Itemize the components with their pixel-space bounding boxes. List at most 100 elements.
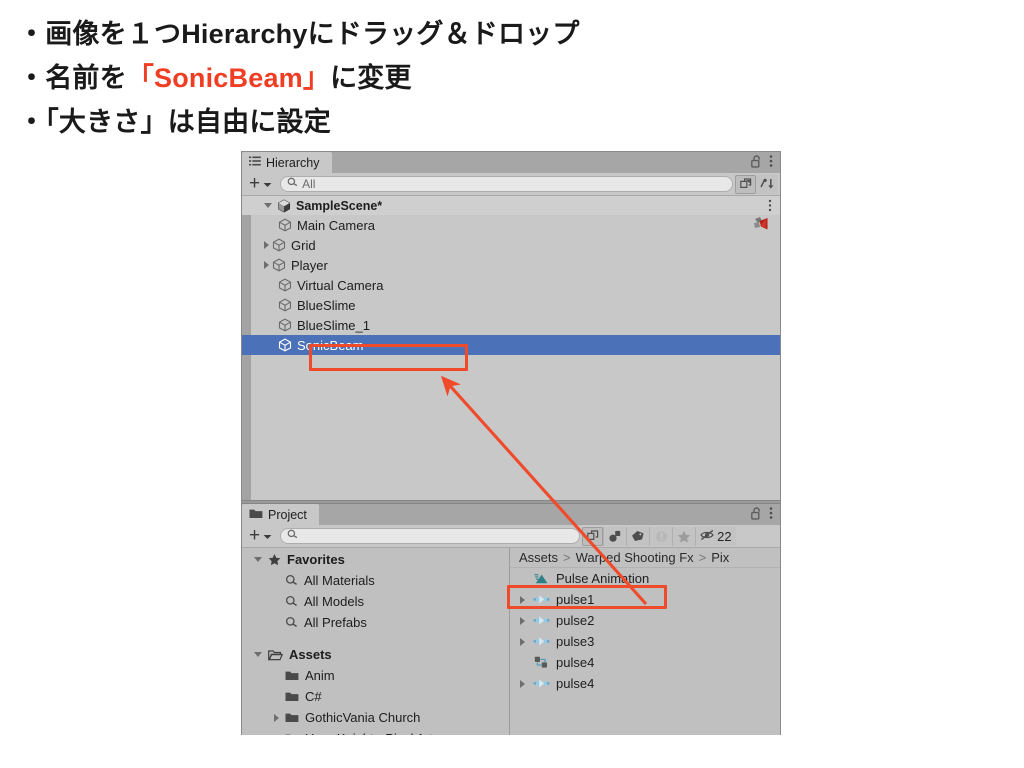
project-browser: Favorites All Materials All Models All Pref… [242,548,780,735]
project-tree-item-assets[interactable]: Assets [242,644,509,665]
hierarchy-tab-actions [751,152,780,173]
chevron-right-icon[interactable] [274,734,279,735]
project-tree-item-hero-knight-pixel-art[interactable]: Hero Knight - Pixel Art [242,728,509,735]
project-tree-label: Assets [289,647,332,662]
gameobject-icon [278,218,292,232]
hierarchy-row-blueslime-1[interactable]: BlueSlime_1 [242,315,780,335]
asset-name-label: pulse3 [556,634,595,649]
scene-kebab-menu-icon[interactable] [768,199,772,215]
create-asset-button[interactable]: + [244,525,278,546]
project-tree-item-all-models[interactable]: All Models [242,591,509,612]
sprite-icon [532,594,550,605]
sort-icon[interactable] [756,174,778,194]
breadcrumb[interactable]: Assets > Warped Shooting Fx > Pix [510,548,780,568]
prefab-icon [532,656,550,669]
search-icon [287,529,298,543]
kebab-menu-icon[interactable] [769,506,773,523]
chevron-down-icon[interactable] [254,557,262,562]
project-tree-item-c-[interactable]: C# [242,686,509,707]
asset-row[interactable]: pulse4 [510,673,780,694]
hierarchy-row-player[interactable]: Player [242,255,780,275]
project-folder-tree[interactable]: Favorites All Materials All Models All Pref… [242,548,510,735]
create-gameobject-button[interactable]: + [244,173,278,194]
project-tree-item-gothicvania-church[interactable]: GothicVania Church [242,707,509,728]
chevron-down-icon[interactable] [254,652,262,657]
tab-hierarchy[interactable]: Hierarchy [242,152,332,173]
chevron-down-icon[interactable] [264,203,272,208]
project-asset-list[interactable]: Assets > Warped Shooting Fx > Pix Pulse Anim… [510,548,780,735]
project-tree-label: All Models [304,594,364,609]
project-tree-item-all-materials[interactable]: All Materials [242,570,509,591]
plus-icon: + [249,525,261,546]
chevron-right-icon[interactable] [274,713,279,722]
animation-clip-icon [532,572,550,585]
gameobject-icon [278,298,292,312]
breadcrumb-item[interactable]: Assets [519,550,558,565]
hierarchy-tree[interactable]: SampleScene* Main Camera Grid Player Virtua… [242,196,780,500]
chevron-right-icon[interactable] [520,637,525,646]
asset-rows: Pulse Animation pulse1 pulse2 pulse3 pulse4 p… [510,568,780,694]
chevron-right-icon[interactable] [264,241,269,249]
chevron-right-icon[interactable] [520,616,525,625]
hierarchy-scene-row[interactable]: SampleScene* [242,196,780,215]
slide-bullet-list: ・画像を１つHierarchyにドラッグ＆ドロップ ・名前を「SonicBeam… [18,12,978,144]
asset-row[interactable]: Pulse Animation [510,568,780,589]
asset-name-label: pulse2 [556,613,595,628]
hierarchy-row-virtual-camera[interactable]: Virtual Camera [242,275,780,295]
breadcrumb-item[interactable]: Warped Shooting Fx [576,550,694,565]
sprite-icon [532,678,550,689]
chevron-right-icon[interactable] [520,679,525,688]
save-search-icon[interactable] [582,526,604,546]
search-icon [287,177,298,191]
lock-open-icon[interactable] [751,154,762,171]
hierarchy-search-input[interactable]: All [280,176,733,192]
bullet-line-3: ・「大きさ」は自由に設定 [18,100,978,144]
project-tree-item-all-prefabs[interactable]: All Prefabs [242,612,509,633]
bullet-2-text-a: ・名前を [18,63,127,93]
warning-circle-icon[interactable] [649,526,673,546]
bullet-line-2: ・名前を「SonicBeam」に変更 [18,56,978,100]
hierarchy-row-label: BlueSlime [297,297,356,313]
project-tree-item-favorites[interactable]: Favorites [242,549,509,570]
scene-visibility-icon[interactable] [735,174,756,194]
asset-row[interactable]: pulse4 [510,652,780,673]
hierarchy-row-grid[interactable]: Grid [242,235,780,255]
bullet-1-text: ・画像を１つHierarchyにドラッグ＆ドロップ [18,19,580,49]
gameobject-icon [278,318,292,332]
hierarchy-toolbar: + All [242,173,780,196]
hierarchy-row-main-camera[interactable]: Main Camera [242,215,780,235]
breadcrumb-separator: > [563,550,571,565]
chevron-down-icon [263,529,272,543]
asset-row[interactable]: pulse3 [510,631,780,652]
hierarchy-row-label: BlueSlime_1 [297,317,370,333]
favorite-star-icon[interactable] [672,526,696,546]
chevron-right-icon[interactable] [520,595,525,604]
filter-label-icon[interactable] [626,526,650,546]
hierarchy-row-blueslime[interactable]: BlueSlime [242,295,780,315]
project-search-input[interactable] [280,528,581,544]
lock-open-icon[interactable] [751,506,762,523]
project-tree-item-anim[interactable]: Anim [242,665,509,686]
tab-project-label: Project [268,507,307,522]
hidden-assets-count[interactable]: 22 [695,526,736,546]
asset-row[interactable]: pulse1 [510,589,780,610]
hierarchy-object-rows: Main Camera Grid Player Virtual Camera BlueS… [242,215,780,355]
asset-name-label: pulse1 [556,592,595,607]
filter-type-icon[interactable] [603,526,627,546]
project-tab-actions [751,504,780,525]
gizmo-cursor-icon[interactable] [753,216,771,235]
tab-project[interactable]: Project [242,504,319,525]
search-icon [285,574,298,587]
kebab-menu-icon[interactable] [769,154,773,171]
breadcrumb-item[interactable]: Pix [711,550,729,565]
project-tree-spacer [242,633,509,644]
plus-icon: + [249,173,261,194]
chevron-right-icon[interactable] [264,261,269,269]
hierarchy-row-sonicbeam[interactable]: SonicBeam [242,335,780,355]
asset-row[interactable]: pulse2 [510,610,780,631]
bullet-line-1: ・画像を１つHierarchyにドラッグ＆ドロップ [18,12,978,56]
chevron-down-icon [263,177,272,191]
list-icon [249,156,261,170]
breadcrumb-separator: > [698,550,707,565]
gameobject-icon [278,338,292,352]
